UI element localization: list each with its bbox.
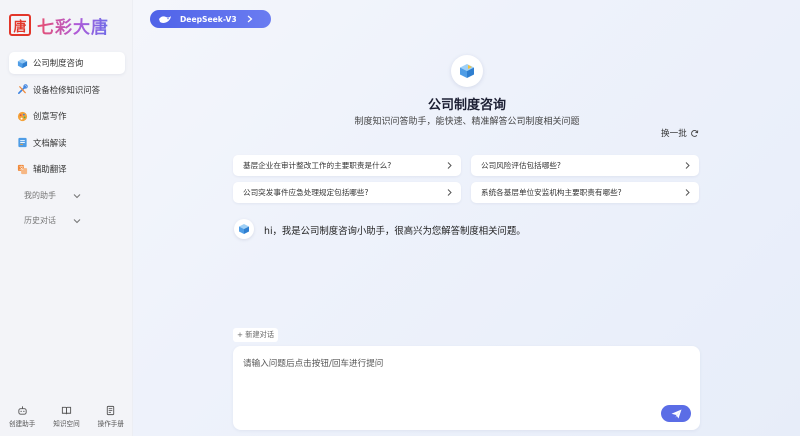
whale-icon xyxy=(159,15,171,23)
tool-label: 知识空间 xyxy=(53,420,80,428)
model-selector-button[interactable]: DeepSeek-V3 xyxy=(150,10,271,28)
sidebar-item-equipment-qa[interactable]: 设备检修知识问答 xyxy=(9,79,125,101)
model-name: DeepSeek-V3 xyxy=(180,14,237,24)
page-title: 公司制度咨询 xyxy=(427,98,506,113)
suggestion-text: 基层企业在审计整改工作的主要职责是什么? xyxy=(243,161,392,170)
sidebar-item-creative-writing[interactable]: 创意写作 xyxy=(9,105,125,127)
send-button[interactable] xyxy=(661,405,691,422)
chevron-down-icon xyxy=(73,218,81,223)
sidebar-group-label: 历史对话 xyxy=(24,216,56,225)
chat-input[interactable] xyxy=(243,357,683,407)
suggestion-text: 系统各基层单位安监机构主要职责有哪些? xyxy=(481,188,622,197)
cube-icon xyxy=(239,224,249,234)
sidebar-group-history[interactable]: 历史对话 xyxy=(9,210,125,232)
chevron-down-icon xyxy=(73,193,81,198)
bot-greeting-message: hi，我是公司制度咨询小助手，很高兴为您解答制度相关问题。 xyxy=(264,226,526,237)
logo-mark-icon: 唐 xyxy=(9,14,31,36)
cube-icon xyxy=(17,58,28,68)
sidebar-item-label: 文档解读 xyxy=(33,137,67,148)
cube-icon xyxy=(460,64,474,78)
sidebar: 唐 七彩大唐 公司制度咨询 设备检修知识问答 创意写作 文档解读 文 辅助翻译 … xyxy=(0,0,133,436)
chat-composer xyxy=(233,346,700,430)
refresh-suggestions-button[interactable]: 换一批 xyxy=(661,127,699,139)
sidebar-nav: 公司制度咨询 设备检修知识问答 创意写作 文档解读 文 辅助翻译 我的助手 历史… xyxy=(9,52,125,232)
palette-icon xyxy=(17,111,28,121)
tools-icon xyxy=(18,84,28,94)
book-icon xyxy=(61,406,72,415)
create-assistant-button[interactable]: 创建助手 xyxy=(9,405,35,428)
manual-icon xyxy=(107,405,115,416)
sidebar-item-label: 设备检修知识问答 xyxy=(33,84,100,95)
new-chat-button[interactable]: + 新建对话 xyxy=(233,328,279,342)
chevron-right-icon xyxy=(247,15,253,23)
document-icon xyxy=(18,137,27,148)
sidebar-group-my-assistants[interactable]: 我的助手 xyxy=(9,185,125,207)
assistant-avatar xyxy=(451,55,483,87)
sidebar-item-translation[interactable]: 文 辅助翻译 xyxy=(9,158,125,180)
suggestion-card[interactable]: 系统各基层单位安监机构主要职责有哪些? xyxy=(471,182,699,203)
refresh-icon xyxy=(690,129,698,137)
sidebar-item-document-reading[interactable]: 文档解读 xyxy=(9,132,125,154)
sidebar-item-label: 辅助翻译 xyxy=(33,164,67,174)
send-icon xyxy=(671,409,681,418)
chevron-right-icon xyxy=(685,162,690,169)
app-logo[interactable]: 唐 七彩大唐 xyxy=(9,12,109,38)
tool-label: 操作手册 xyxy=(97,420,124,428)
logo-text: 七彩大唐 xyxy=(37,13,109,38)
user-manual-button[interactable]: 操作手册 xyxy=(98,405,124,428)
sidebar-item-policy-consult[interactable]: 公司制度咨询 xyxy=(9,52,125,74)
sidebar-item-label: 公司制度咨询 xyxy=(33,58,84,68)
tool-label: 创建助手 xyxy=(8,420,36,428)
robot-icon xyxy=(18,406,27,415)
chevron-right-icon xyxy=(447,189,452,196)
translate-icon: 文 xyxy=(17,164,28,174)
refresh-label: 换一批 xyxy=(661,129,687,139)
suggestion-card[interactable]: 公司突发事件应急处理规定包括哪些? xyxy=(233,182,461,203)
sidebar-item-label: 创意写作 xyxy=(33,111,67,121)
chevron-right-icon xyxy=(447,162,452,169)
suggestion-text: 公司突发事件应急处理规定包括哪些? xyxy=(243,188,369,197)
knowledge-space-button[interactable]: 知识空间 xyxy=(53,405,80,428)
suggestion-card[interactable]: 基层企业在审计整改工作的主要职责是什么? xyxy=(233,155,461,176)
bot-avatar xyxy=(234,219,254,239)
sidebar-bottom-tools: 创建助手 知识空间 操作手册 xyxy=(0,405,133,428)
chevron-right-icon xyxy=(685,189,690,196)
suggestion-card[interactable]: 公司风险评估包括哪些? xyxy=(471,155,699,176)
sidebar-group-label: 我的助手 xyxy=(24,191,56,200)
suggestion-text: 公司风险评估包括哪些? xyxy=(481,161,561,170)
page-subtitle: 制度知识问答助手，能快速、精准解答公司制度相关问题 xyxy=(354,117,580,127)
